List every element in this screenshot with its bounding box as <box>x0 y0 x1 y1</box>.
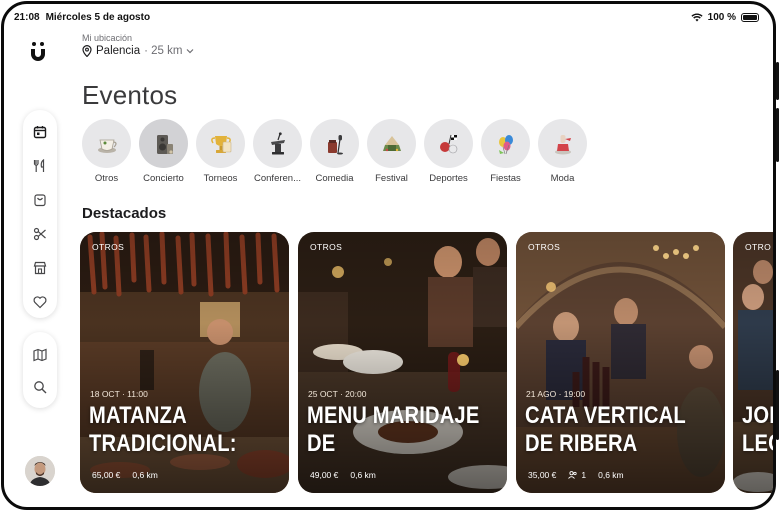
event-price: 49,00 € <box>310 470 339 480</box>
category-label: Concierto <box>143 173 184 184</box>
category-festival[interactable]: Festival <box>367 119 416 184</box>
cup-icon <box>82 119 131 168</box>
event-card[interactable]: OTROS 21 AGO · 19:00 CATA VERTICAL DE RI… <box>516 232 725 493</box>
category-label: Otros <box>94 173 119 184</box>
event-title-line: DE <box>307 430 336 457</box>
category-moda[interactable]: Moda <box>538 119 587 184</box>
category-label: Comedia <box>315 173 354 184</box>
scissors-icon[interactable] <box>31 225 49 243</box>
location-pin-icon <box>82 45 92 57</box>
event-footer: 35,00 € 1 0,6 km <box>528 470 624 480</box>
location-label: Mi ubicación <box>82 33 133 43</box>
battery-icon <box>741 12 759 22</box>
search-icon[interactable] <box>31 378 49 396</box>
event-tag: OTRO <box>745 242 772 252</box>
event-title: CATA VERTICAL DE RIBERA <box>525 402 690 458</box>
status-date: Miércoles 5 de agosto <box>45 11 151 23</box>
event-price: 35,00 € <box>528 470 557 480</box>
event-card[interactable]: OTRO JOI LEC <box>733 232 776 493</box>
calendar-icon[interactable] <box>31 123 49 141</box>
category-list: Otros Concierto Torneos Conferen... Come… <box>82 119 587 184</box>
sidebar-nav <box>23 110 57 318</box>
map-icon[interactable] <box>31 346 49 364</box>
category-label: Deportes <box>429 173 468 184</box>
event-title-line: MATANZA <box>89 402 187 429</box>
status-bar: 21:08 Miércoles 5 de agosto 100 % <box>14 9 759 25</box>
event-title: MATANZA TRADICIONAL: <box>89 402 254 458</box>
category-torneos[interactable]: Torneos <box>196 119 245 184</box>
event-tag: OTROS <box>528 242 561 252</box>
category-fiestas[interactable]: Fiestas <box>481 119 530 184</box>
restaurant-icon[interactable] <box>31 157 49 175</box>
event-date: 18 OCT · 11:00 <box>90 389 148 399</box>
store-icon[interactable] <box>31 259 49 277</box>
event-title-line: TRADICIONAL: <box>89 430 237 457</box>
category-otros[interactable]: Otros <box>82 119 131 184</box>
event-attendee-count: 1 <box>581 470 587 480</box>
event-footer: 49,00 € 0,6 km <box>310 470 376 480</box>
wifi-icon <box>691 12 703 21</box>
status-right: 100 % <box>691 12 759 23</box>
event-distance: 0,6 km <box>598 470 624 480</box>
event-title: JOI LEC <box>742 402 776 458</box>
event-tag: OTROS <box>310 242 343 252</box>
event-footer: 65,00 € 0,6 km <box>92 470 158 480</box>
balloons-icon <box>481 119 530 168</box>
event-distance: 0,6 km <box>350 470 376 480</box>
event-distance: 0,6 km <box>132 470 158 480</box>
location-radius: · 25 km <box>144 45 183 57</box>
event-title-line: DE RIBERA <box>525 430 638 457</box>
device-frame: 21:08 Miércoles 5 de agosto 100 % Mi ubi… <box>1 1 776 510</box>
app-logo-icon[interactable] <box>26 40 50 64</box>
people-icon <box>568 471 577 479</box>
category-label: Conferen... <box>254 173 301 184</box>
event-title-line: JOI <box>742 402 776 429</box>
stage-icon <box>367 119 416 168</box>
location-city: Palencia <box>96 45 141 57</box>
location-selector[interactable]: Palencia · 25 km <box>82 45 194 57</box>
heart-icon[interactable] <box>31 293 49 311</box>
speaker-icon <box>139 119 188 168</box>
event-title: MENU MARIDAJE DE <box>307 402 480 458</box>
category-comedia[interactable]: Comedia <box>310 119 359 184</box>
trophy-icon <box>196 119 245 168</box>
event-price: 65,00 € <box>92 470 121 480</box>
event-date: 21 AGO · 19:00 <box>526 389 586 399</box>
category-deportes[interactable]: Deportes <box>424 119 473 184</box>
fashion-icon <box>538 119 587 168</box>
avatar[interactable] <box>25 456 55 486</box>
featured-title: Destacados <box>82 205 167 222</box>
category-conferencias[interactable]: Conferen... <box>253 119 302 184</box>
podium-icon <box>253 119 302 168</box>
event-card[interactable]: OTROS 25 OCT · 20:00 MENU MARIDAJE DE 49… <box>298 232 507 493</box>
event-title-line: MENU MARIDAJE <box>307 402 480 429</box>
event-tag: OTROS <box>92 242 125 252</box>
event-attendees: 1 <box>568 470 586 480</box>
event-title-line: CATA VERTICAL <box>525 402 686 429</box>
category-concierto[interactable]: Concierto <box>139 119 188 184</box>
page-title: Eventos <box>82 80 178 110</box>
category-label: Moda <box>550 173 575 184</box>
status-time: 21:08 <box>14 11 40 23</box>
battery-percent: 100 % <box>707 11 736 23</box>
event-card[interactable]: OTROS 18 OCT · 11:00 MATANZA TRADICIONAL… <box>80 232 289 493</box>
racing-flags-icon <box>424 119 473 168</box>
category-label: Festival <box>375 173 408 184</box>
event-date: 25 OCT · 20:00 <box>308 389 367 399</box>
microphone-icon <box>310 119 359 168</box>
category-label: Torneos <box>203 173 238 184</box>
event-title-line: LEC <box>742 430 773 457</box>
chevron-down-icon <box>187 49 194 54</box>
category-label: Fiestas <box>490 173 521 184</box>
shopping-bag-icon[interactable] <box>31 191 49 209</box>
sidebar-tools <box>23 332 57 408</box>
